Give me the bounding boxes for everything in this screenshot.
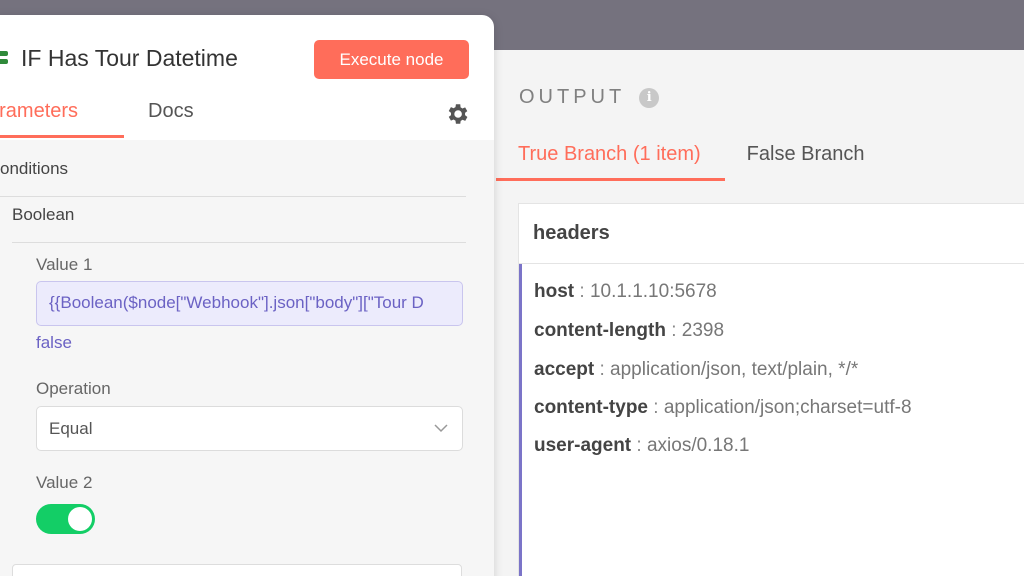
json-output: headers host : 10.1.1.10:5678 content-le… [518, 203, 1024, 576]
operation-select[interactable]: Equal [36, 406, 463, 451]
json-row-accept: accept : application/json, text/plain, *… [534, 359, 859, 380]
output-panel: OUTPUT i True Branch (1 item) False Bran… [480, 50, 1024, 576]
tab-parameters-label: arameters [0, 100, 79, 122]
value1-expression-input[interactable]: {{Boolean($node["Webhook"].json["body"][… [36, 281, 463, 326]
operation-label: Operation [36, 379, 111, 398]
conditions-heading: onditions [0, 157, 466, 197]
json-body: host : 10.1.1.10:5678 content-length : 2… [519, 264, 1024, 576]
boolean-label: Boolean [12, 205, 75, 224]
gear-icon[interactable] [444, 101, 470, 127]
output-title: OUTPUT i [519, 86, 660, 109]
info-icon[interactable]: i [639, 87, 660, 108]
json-row-content-type: content-type : application/json;charset=… [534, 397, 912, 418]
node-icon [0, 51, 8, 65]
value1-expression-result: false [36, 333, 72, 352]
tab-docs[interactable]: Docs [148, 100, 194, 123]
tab-false-branch[interactable]: False Branch [725, 138, 889, 181]
chevron-down-icon [434, 424, 448, 433]
json-value: 2398 [681, 320, 725, 341]
json-value: application/json;charset=utf-8 [663, 397, 912, 418]
json-key: host [534, 281, 575, 302]
json-row-content-length: content-length : 2398 [534, 320, 725, 341]
parameters-panel: IF Has Tour Datetime Execute node aramet… [0, 15, 494, 576]
output-title-text: OUTPUT [519, 86, 626, 108]
toggle-knob [68, 507, 92, 531]
value2-toggle[interactable] [36, 504, 95, 534]
json-row-host: host : 10.1.1.10:5678 [534, 281, 717, 302]
json-key: accept [534, 359, 595, 380]
json-row-user-agent: user-agent : axios/0.18.1 [534, 435, 750, 456]
node-title[interactable]: IF Has Tour Datetime [21, 45, 238, 72]
json-section-headers[interactable]: headers [519, 204, 1024, 264]
json-key: content-type [534, 397, 648, 418]
boolean-heading: Boolean [12, 205, 466, 243]
json-value: application/json, text/plain, */* [610, 359, 859, 380]
json-value: 10.1.1.10:5678 [589, 281, 717, 302]
tab-parameters[interactable]: arameters [0, 100, 124, 138]
conditions-label: onditions [0, 159, 69, 178]
execute-node-button[interactable]: Execute node [314, 40, 469, 79]
json-key: user-agent [534, 435, 632, 456]
json-value: axios/0.18.1 [646, 435, 750, 456]
tab-true-branch[interactable]: True Branch (1 item) [496, 138, 725, 181]
add-condition-area[interactable] [12, 564, 462, 576]
value2-label: Value 2 [36, 473, 93, 492]
json-key: content-length [534, 320, 666, 341]
value1-label: Value 1 [36, 255, 93, 274]
parameter-tabs: arameters Docs [0, 100, 478, 140]
operation-selected-value: Equal [49, 419, 93, 438]
output-tabs: True Branch (1 item) False Branch [496, 138, 889, 181]
